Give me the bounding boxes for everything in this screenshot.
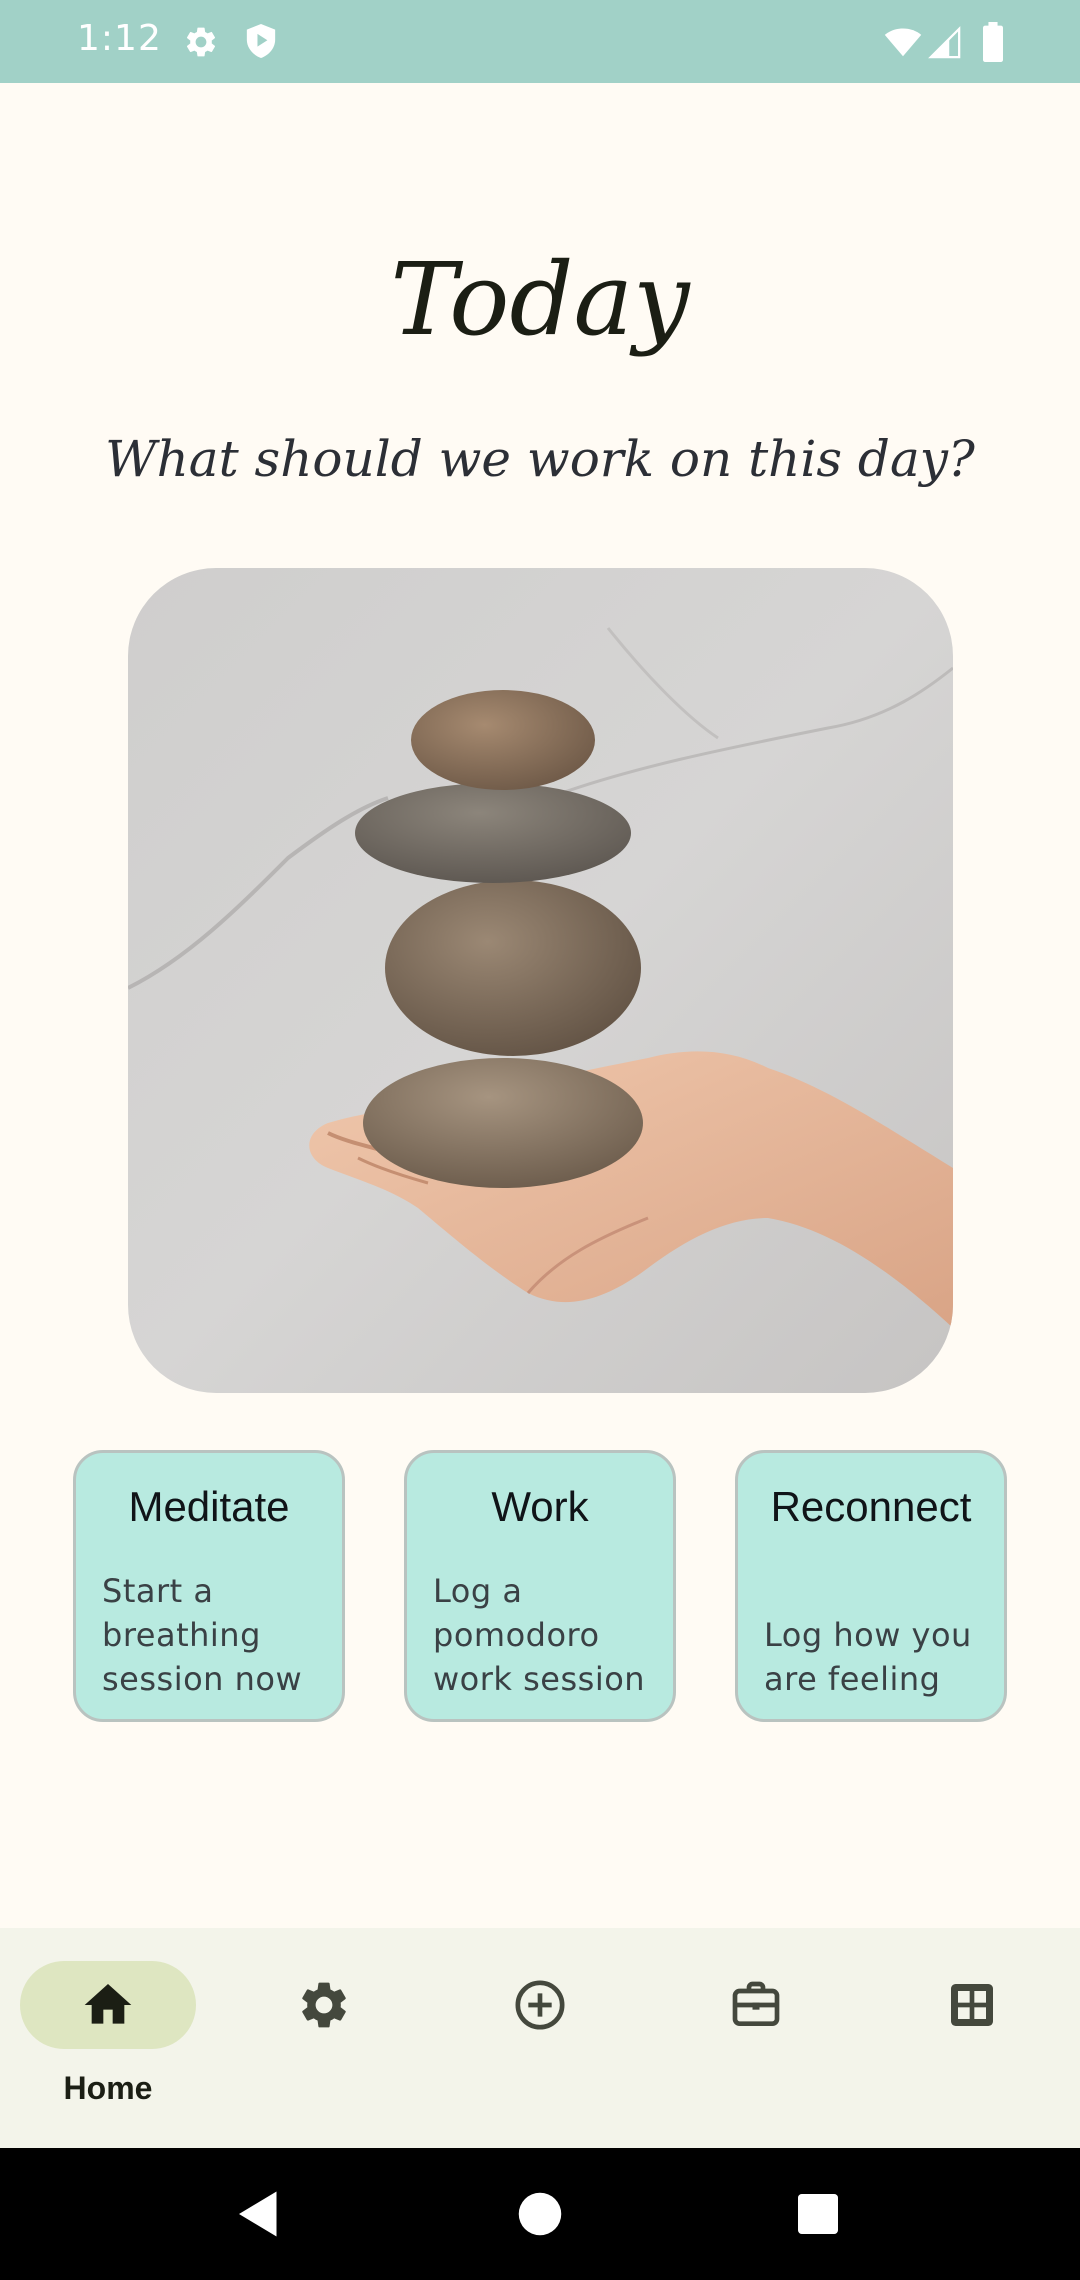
nav-item-add[interactable] (432, 1928, 648, 2148)
home-circle-icon[interactable] (510, 2184, 570, 2244)
hero-image (128, 568, 953, 1393)
grid-icon (951, 1984, 993, 2026)
recents-square-icon[interactable] (788, 2184, 848, 2244)
nav-item-dashboard[interactable] (864, 1928, 1080, 2148)
gear-icon (186, 27, 216, 57)
signal-icon (928, 26, 961, 59)
card-title: Work (491, 1483, 589, 1530)
shield-play-icon (246, 24, 276, 58)
wifi-icon (884, 28, 922, 57)
work-card[interactable]: Work Log a pomodoro work session (404, 1450, 676, 1722)
card-description: Log how you are feeling (764, 1616, 972, 1698)
meditate-card[interactable]: Meditate Start a breathing session now (73, 1450, 345, 1722)
card-description: Log a pomodoro work session (433, 1572, 646, 1698)
bottom-navigation: Home (0, 1928, 1080, 2148)
nav-label-home: Home (63, 2070, 153, 2106)
page-subtitle: What should we work on this day? (105, 430, 975, 488)
add-circle-icon (515, 1980, 565, 2030)
system-navigation-bar (0, 2148, 1080, 2280)
reconnect-card[interactable]: Reconnect Log how you are feeling (735, 1450, 1007, 1722)
card-title: Reconnect (770, 1483, 972, 1530)
card-title: Meditate (128, 1483, 290, 1530)
nav-item-work[interactable] (648, 1928, 864, 2148)
battery-icon (983, 22, 1003, 62)
nav-item-settings[interactable] (216, 1928, 432, 2148)
page-title: Today (390, 241, 690, 358)
status-time: 1:12 (77, 18, 162, 59)
status-bar: 1:12 (0, 0, 1080, 83)
home-icon (84, 1984, 132, 2024)
briefcase-icon (732, 1981, 780, 2026)
nav-item-home[interactable]: Home (0, 1928, 216, 2148)
stacked-stones-illustration (128, 568, 953, 1393)
card-description: Start a breathing session now (102, 1572, 303, 1698)
gear-icon (302, 1982, 346, 2028)
back-icon[interactable] (229, 2184, 289, 2244)
